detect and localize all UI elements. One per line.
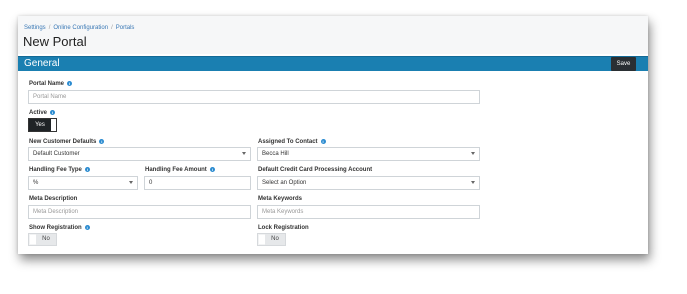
info-icon[interactable]: i — [209, 167, 215, 172]
section-title: General — [24, 58, 60, 69]
info-icon[interactable]: i — [99, 139, 105, 144]
handling-fee-amount-input[interactable]: 0 — [144, 176, 251, 190]
chevron-down-icon — [129, 181, 133, 184]
active-label-text: Active — [29, 110, 48, 117]
handling-fee-type-label: Handling Fee Type i — [29, 167, 90, 173]
portal-name-label: Portal Name i — [29, 81, 73, 88]
chevron-down-icon — [242, 152, 246, 155]
chevron-down-icon — [471, 181, 475, 184]
assigned-to-contact-label-text: Assigned To Contact — [258, 139, 318, 146]
assigned-to-contact-select[interactable]: Becca Hill — [257, 147, 480, 161]
info-icon[interactable]: i — [67, 81, 73, 86]
lock-registration-toggle-label: No — [265, 234, 285, 245]
lock-registration-label: Lock Registration — [258, 225, 309, 231]
portal-name-label-text: Portal Name — [29, 81, 65, 88]
new-customer-defaults-select[interactable]: Default Customer — [28, 147, 251, 161]
active-toggle-label: Yes — [29, 119, 51, 131]
save-button[interactable]: Save — [611, 57, 636, 71]
handling-fee-amount-label-text: Handling Fee Amount — [145, 167, 207, 174]
info-icon[interactable]: i — [320, 139, 326, 144]
info-icon[interactable]: i — [50, 110, 56, 115]
meta-description-label: Meta Description — [29, 196, 78, 202]
breadcrumb: Settings / Online Configuration / Portals — [24, 25, 134, 31]
section-bar: General Save — [18, 56, 648, 71]
breadcrumb-online-configuration[interactable]: Online Configuration — [53, 25, 108, 31]
new-customer-defaults-label-text: New Customer Defaults — [29, 139, 97, 146]
new-customer-defaults-value: Default Customer — [33, 151, 80, 157]
breadcrumb-separator: / — [48, 25, 51, 31]
default-cc-account-label: Default Credit Card Processing Account — [258, 167, 373, 173]
chevron-down-icon — [471, 152, 475, 155]
show-registration-toggle[interactable]: No — [28, 233, 57, 246]
assigned-to-contact-label: Assigned To Contact i — [258, 139, 326, 145]
show-registration-label: Show Registration i — [29, 225, 90, 231]
meta-description-input[interactable]: Meta Description — [28, 205, 251, 219]
breadcrumb-settings[interactable]: Settings — [24, 25, 46, 31]
active-toggle[interactable]: Yes — [28, 118, 57, 132]
meta-keywords-input[interactable]: Meta Keywords — [257, 205, 480, 219]
portal-form-window: Settings / Online Configuration / Portals Ne… — [18, 16, 648, 254]
new-customer-defaults-label: New Customer Defaults i — [29, 139, 105, 146]
show-registration-toggle-label: No — [36, 234, 56, 245]
active-label: Active i — [29, 110, 56, 117]
default-cc-account-value: Select an Option — [262, 180, 307, 186]
handling-fee-amount-label: Handling Fee Amount i — [145, 167, 215, 173]
assigned-to-contact-value: Becca Hill — [262, 151, 289, 157]
page-title: New Portal — [23, 34, 87, 49]
default-cc-account-select[interactable]: Select an Option — [257, 176, 480, 190]
info-icon[interactable]: i — [84, 167, 90, 172]
handling-fee-type-value: % — [33, 180, 39, 186]
breadcrumb-separator: / — [111, 25, 113, 31]
lock-registration-toggle[interactable]: No — [257, 233, 286, 246]
info-icon[interactable]: i — [84, 225, 90, 230]
portal-name-input[interactable]: Portal Name — [28, 90, 480, 104]
breadcrumb-portals[interactable]: Portals — [116, 25, 135, 31]
handling-fee-type-select[interactable]: % — [28, 176, 138, 190]
show-registration-label-text: Show Registration — [29, 225, 82, 232]
meta-keywords-label: Meta Keywords — [258, 196, 303, 202]
handling-fee-type-label-text: Handling Fee Type — [29, 167, 82, 174]
page-header: Settings / Online Configuration / Portals Ne… — [18, 16, 648, 54]
